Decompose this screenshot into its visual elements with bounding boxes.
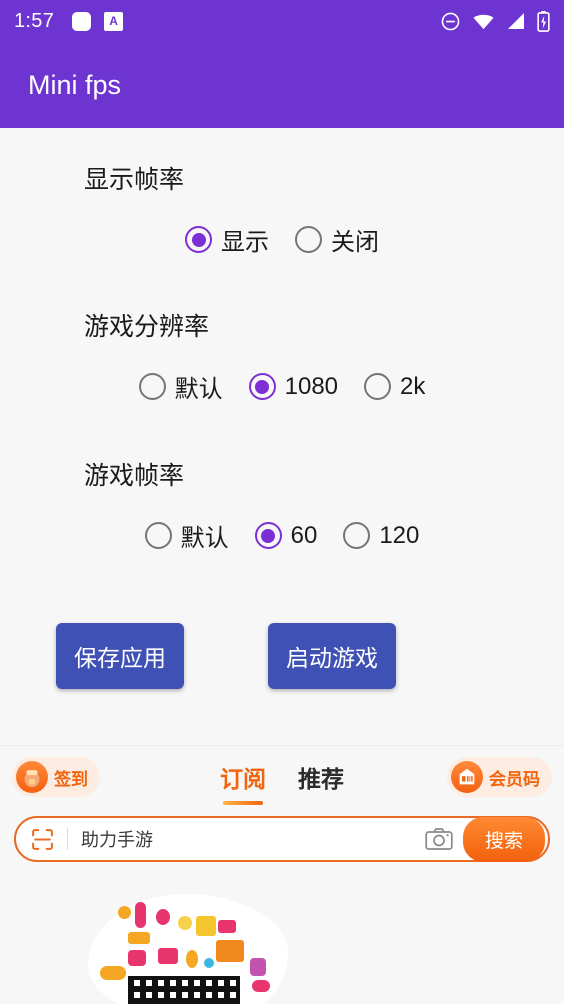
- letter-a-icon: A: [104, 11, 124, 31]
- member-card-icon: [451, 761, 483, 793]
- radio-option-framerate-120[interactable]: 120: [343, 522, 419, 550]
- radio-label: 关闭: [331, 229, 379, 256]
- checkin-label: 签到: [54, 769, 88, 789]
- radio-label: 2k: [400, 372, 426, 400]
- member-code-badge[interactable]: 会员码: [447, 757, 552, 797]
- banner-sticker-icon: [128, 950, 146, 966]
- section-title-display-fps: 显示帧率: [84, 166, 185, 194]
- scan-qr-icon[interactable]: [30, 827, 55, 852]
- radio-option-resolution-default[interactable]: 默认: [138, 369, 223, 404]
- banner-sticker-icon: [252, 980, 270, 992]
- setting-group-framerate: 游戏帧率 默认 60 120: [0, 456, 564, 553]
- banner-sticker-icon: [250, 958, 266, 976]
- radio-button-icon[interactable]: [185, 226, 212, 253]
- save-app-button[interactable]: 保存应用: [56, 623, 184, 689]
- battery-charging-icon: [537, 10, 550, 32]
- daruma-icon: [16, 761, 48, 793]
- section-title-resolution: 游戏分辨率: [84, 313, 210, 341]
- radio-label: 默认: [180, 525, 229, 552]
- status-bar: 1:57 A: [0, 0, 564, 42]
- banner-sticker-icon: [100, 966, 126, 980]
- status-bar-clock: 1:57: [14, 10, 55, 32]
- ad-tab-recommend[interactable]: 推荐: [298, 760, 344, 794]
- status-bar-notification-icons: A: [72, 11, 124, 31]
- banner-qr-code: [128, 976, 240, 1004]
- ad-overlay: 签到 订阅 推荐 会员码 助力手游 搜索: [0, 745, 564, 1004]
- banner-sticker-icon: [196, 916, 216, 936]
- signal-icon: [506, 12, 526, 31]
- radio-label: 显示: [221, 229, 269, 256]
- action-button-row: 保存应用 启动游戏: [0, 623, 564, 689]
- radio-button-icon[interactable]: [295, 226, 322, 253]
- radio-group-framerate: 默认 60 120: [0, 518, 564, 553]
- launch-game-button[interactable]: 启动游戏: [268, 623, 396, 689]
- banner-sticker-icon: [216, 940, 244, 962]
- radio-label: 默认: [174, 376, 223, 403]
- ad-top-bar: 签到 订阅 推荐 会员码: [0, 746, 564, 808]
- ad-banner-image[interactable]: [0, 854, 564, 1004]
- search-divider: [67, 828, 68, 850]
- ad-tab-subscribe[interactable]: 订阅: [220, 760, 266, 805]
- banner-sticker-icon: [156, 909, 170, 925]
- banner-sticker-icon: [135, 902, 146, 928]
- radio-button-icon[interactable]: [343, 522, 371, 549]
- banner-sticker-icon: [204, 958, 214, 968]
- phone-screen: 1:57 A Mini fps 显示帧率 显示 关闭 游戏分辨率 默认 1080…: [0, 0, 564, 1004]
- app-title: Mini fps: [28, 69, 122, 100]
- radio-button-icon[interactable]: [144, 522, 172, 549]
- banner-sticker-icon: [178, 916, 192, 930]
- radio-option-resolution-1080[interactable]: 1080: [248, 372, 339, 401]
- radio-group-display-fps: 显示 关闭: [0, 222, 564, 257]
- banner-sticker-icon: [218, 920, 236, 933]
- radio-option-resolution-2k[interactable]: 2k: [364, 373, 425, 401]
- radio-label: 120: [379, 521, 420, 549]
- settings-content: 显示帧率 显示 关闭 游戏分辨率 默认 1080 2k 游戏帧率 默认 60 1…: [0, 128, 564, 689]
- radio-button-icon[interactable]: [248, 373, 276, 400]
- radio-option-display-fps-show[interactable]: 显示: [185, 222, 269, 257]
- banner-sticker-icon: [128, 932, 150, 944]
- radio-group-resolution: 默认 1080 2k: [0, 369, 564, 404]
- radio-option-display-fps-off[interactable]: 关闭: [295, 222, 379, 257]
- radio-option-framerate-default[interactable]: 默认: [144, 518, 229, 553]
- checkin-badge[interactable]: 签到: [12, 757, 100, 797]
- banner-sticker-icon: [186, 950, 198, 968]
- radio-option-framerate-60[interactable]: 60: [254, 521, 318, 550]
- banner-sticker-icon: [118, 906, 131, 919]
- setting-group-display-fps: 显示帧率 显示 关闭: [0, 160, 564, 257]
- radio-label: 60: [290, 521, 318, 549]
- rounded-square-icon: [72, 11, 92, 31]
- banner-sticker-icon: [158, 948, 178, 964]
- radio-button-icon[interactable]: [364, 373, 392, 400]
- camera-icon[interactable]: [425, 827, 453, 851]
- status-bar-system-icons: [440, 10, 550, 32]
- setting-group-resolution: 游戏分辨率 默认 1080 2k: [0, 307, 564, 404]
- search-input[interactable]: 助力手游: [81, 826, 425, 852]
- wifi-icon: [472, 12, 495, 31]
- member-code-label: 会员码: [489, 769, 540, 789]
- do-not-disturb-icon: [440, 11, 461, 32]
- app-bar: Mini fps: [0, 42, 564, 128]
- section-title-framerate: 游戏帧率: [84, 462, 185, 490]
- radio-button-icon[interactable]: [254, 522, 282, 549]
- radio-button-icon[interactable]: [138, 373, 166, 400]
- radio-label: 1080: [284, 372, 339, 400]
